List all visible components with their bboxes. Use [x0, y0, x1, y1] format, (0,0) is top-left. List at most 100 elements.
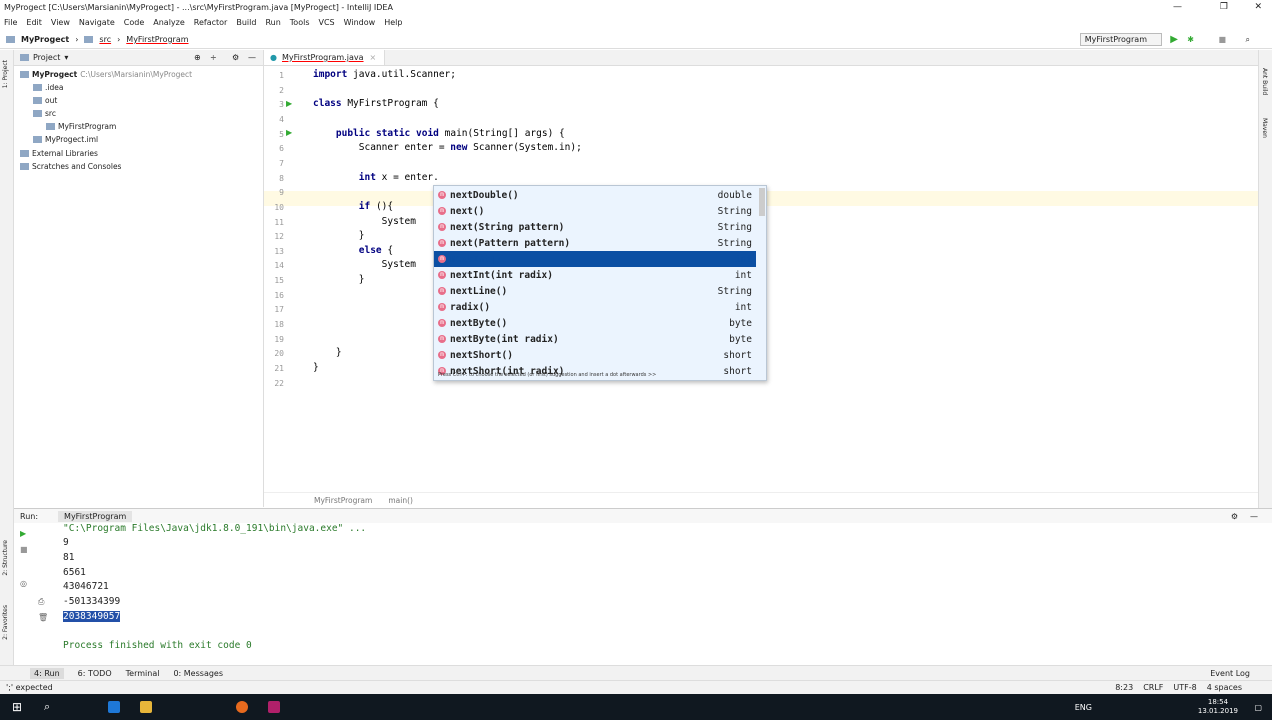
menu-refactor[interactable]: Refactor [194, 18, 228, 27]
tree-item-label: External Libraries [32, 149, 98, 158]
completion-item[interactable]: m radix() int [434, 299, 756, 315]
search-icon[interactable]: ⌕ [1246, 35, 1250, 45]
completion-item[interactable]: m nextByte() byte [434, 315, 756, 331]
camera-icon[interactable]: ◎ [20, 579, 27, 588]
run-config-select[interactable]: MyFirstProgram [1079, 33, 1162, 46]
nav-file[interactable]: MyFirstProgram [126, 35, 188, 44]
method-icon: m [438, 351, 446, 359]
indent[interactable]: 4 spaces [1207, 683, 1242, 692]
run-gutter-icon[interactable]: ▶ [286, 99, 292, 108]
tree-item[interactable]: External Libraries [20, 147, 98, 160]
stop-icon[interactable]: ■ [1218, 35, 1226, 44]
console[interactable]: ▶ ■ ◎ ⎙ 🗑 "C:\Program Files\Java\jdk1.8.… [14, 523, 1272, 663]
notifications-icon[interactable]: ▢ [1254, 703, 1262, 712]
console-line: 81 [63, 552, 75, 563]
completion-item[interactable]: m nextLine() String [434, 283, 756, 299]
menu-vcs[interactable]: VCS [319, 18, 335, 27]
menu-analyze[interactable]: Analyze [153, 18, 185, 27]
tree-item[interactable]: .idea [33, 81, 63, 94]
edge-icon[interactable] [108, 701, 120, 713]
line-number: 5 [279, 129, 284, 139]
completion-item[interactable]: m next(Pattern pattern) String [434, 235, 756, 251]
firefox-icon[interactable] [236, 701, 248, 713]
code-line: } [313, 362, 319, 373]
tab-messages[interactable]: 0: Messages [173, 669, 223, 678]
breadcrumb-method[interactable]: main() [388, 496, 413, 505]
rerun-icon[interactable]: ▶ [20, 529, 26, 538]
tree-item[interactable]: out [33, 94, 57, 107]
structure-tool-button[interactable]: 2: Structure [2, 540, 9, 576]
line-separator[interactable]: CRLF [1143, 683, 1163, 692]
intellij-icon[interactable] [268, 701, 280, 713]
tree-item-label: Scratches and Consoles [32, 162, 122, 171]
event-log-button[interactable]: Event Log [1210, 669, 1250, 678]
completion-item[interactable]: m nextDouble() double [434, 187, 756, 203]
tab-myfirstprogram[interactable]: ● MyFirstProgram.java × [264, 50, 386, 65]
completion-item[interactable]: m nextByte(int radix) byte [434, 331, 756, 347]
menu-view[interactable]: View [51, 18, 70, 27]
locate-icon[interactable]: ⊕ [194, 53, 201, 62]
completion-item[interactable]: m next() String [434, 203, 756, 219]
completion-item[interactable]: m nextInt(int radix) int [434, 267, 756, 283]
clock[interactable]: 18:54 13.01.2019 [1198, 698, 1238, 716]
folder-icon [33, 84, 42, 91]
debug-icon[interactable]: ✱ [1187, 35, 1194, 44]
popup-scrollbar[interactable] [759, 188, 765, 216]
print-icon[interactable]: ⎙ [38, 597, 44, 607]
hide-panel-icon[interactable]: — [1250, 512, 1258, 521]
close-tab-icon[interactable]: × [370, 53, 377, 62]
start-button[interactable]: ⊞ [12, 700, 22, 714]
favorites-tool-button[interactable]: 2: Favorites [2, 605, 9, 640]
lang-indicator[interactable]: ENG [1075, 703, 1092, 712]
completion-item[interactable]: m nextInt() int [434, 251, 756, 267]
menu-run[interactable]: Run [265, 18, 280, 27]
menu-tools[interactable]: Tools [290, 18, 310, 27]
menu-file[interactable]: File [4, 18, 17, 27]
tab-terminal[interactable]: Terminal [126, 669, 160, 678]
run-tab[interactable]: MyFirstProgram [58, 510, 133, 522]
search-icon[interactable]: ⌕ [44, 700, 50, 714]
minimize-button[interactable]: — [1173, 2, 1182, 12]
run-icon[interactable]: ▶ [1170, 34, 1178, 45]
caret-position[interactable]: 8:23 [1115, 683, 1133, 692]
project-tool-button[interactable]: 1: Project [2, 60, 9, 88]
ant-build-button[interactable]: Ant Build [1261, 68, 1268, 95]
nav-project[interactable]: MyProgect [21, 35, 69, 44]
gear-icon[interactable]: ⚙ [232, 53, 239, 62]
date: 13.01.2019 [1197, 707, 1238, 715]
completion-item[interactable]: m next(String pattern) String [434, 219, 756, 235]
settings-icon[interactable]: ⚙ [1231, 512, 1238, 521]
menu-navigate[interactable]: Navigate [79, 18, 115, 27]
menu-help[interactable]: Help [384, 18, 402, 27]
completion-item[interactable]: m nextShort() short [434, 347, 756, 363]
tree-item[interactable]: src [33, 107, 56, 120]
status-message: ';' expected [6, 683, 53, 692]
hide-icon[interactable]: — [248, 53, 256, 62]
maximize-button[interactable]: ❐ [1220, 2, 1228, 12]
collapse-icon[interactable]: ÷ [210, 53, 217, 62]
stop-icon[interactable]: ■ [20, 545, 28, 554]
tree-item[interactable]: MyProgect C:\Users\Marsianin\MyProgect [20, 68, 192, 81]
run-gutter-icon[interactable]: ▶ [286, 128, 292, 137]
menu-window[interactable]: Window [344, 18, 376, 27]
close-button[interactable]: ✕ [1254, 2, 1262, 12]
line-number: 11 [274, 217, 284, 227]
breadcrumb-class[interactable]: MyFirstProgram [314, 496, 372, 505]
menu-code[interactable]: Code [124, 18, 144, 27]
tree-item[interactable]: MyProgect.iml [33, 133, 98, 146]
tab-todo[interactable]: 6: TODO [78, 669, 112, 678]
project-view-select[interactable]: Project [33, 53, 60, 62]
line-number: 1 [279, 71, 284, 80]
maven-button[interactable]: Maven [1261, 118, 1268, 138]
explorer-icon[interactable] [140, 701, 152, 713]
tree-item[interactable]: Scratches and Consoles [20, 160, 121, 173]
class-icon: ● [270, 53, 277, 62]
menu-edit[interactable]: Edit [26, 18, 42, 27]
tree-item[interactable]: MyFirstProgram [46, 120, 116, 133]
encoding[interactable]: UTF-8 [1173, 683, 1196, 692]
trash-icon[interactable]: 🗑 [38, 613, 48, 622]
navigation-bar: MyProgect › src › MyFirstProgram MyFirstPr… [0, 31, 1272, 49]
tab-run[interactable]: 4: Run [30, 667, 64, 679]
menu-build[interactable]: Build [236, 18, 256, 27]
nav-src[interactable]: src [99, 35, 111, 44]
